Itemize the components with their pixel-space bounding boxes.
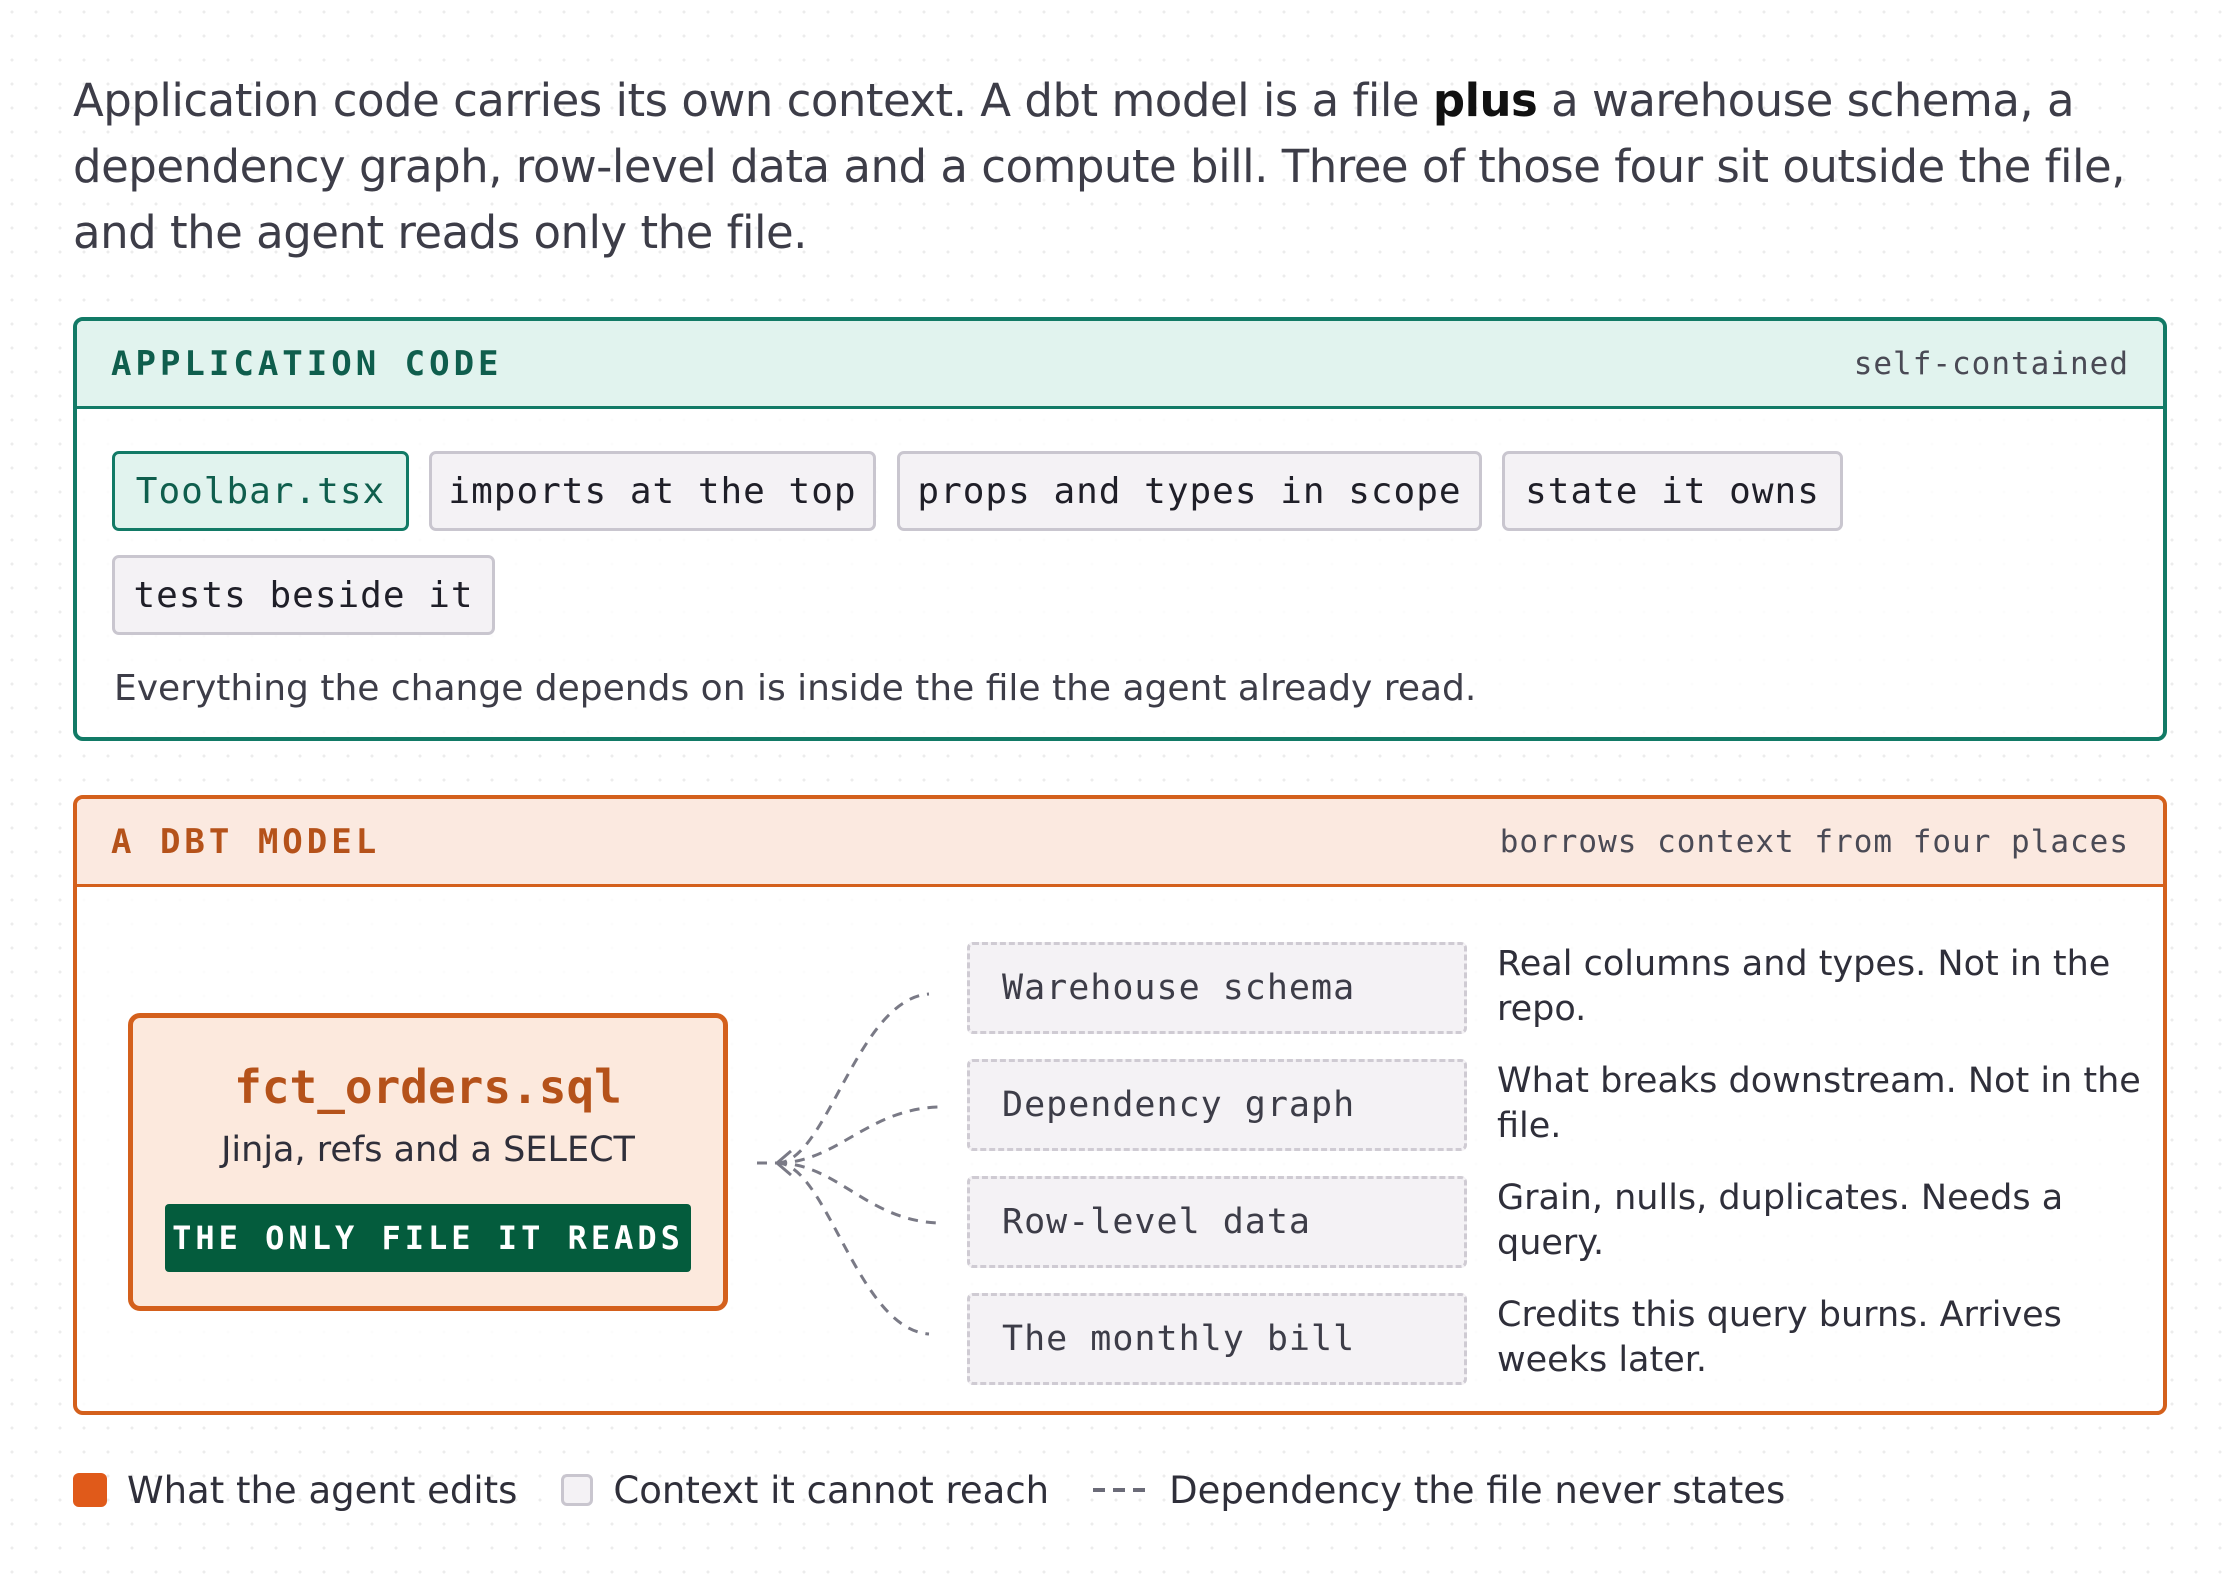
- application-code-header: APPLICATION CODE self-contained: [77, 321, 2163, 409]
- application-code-footer: Everything the change depends on is insi…: [114, 668, 1477, 709]
- model-file-name: fct_orders.sql: [234, 1060, 622, 1114]
- context-monthly-bill-note: Credits this query burns. Arrives weeks …: [1497, 1295, 2062, 1380]
- model-file-subtitle: Jinja, refs and a SELECT: [221, 1130, 635, 1170]
- dbt-model-title: A DBT MODEL: [111, 821, 381, 862]
- chip-toolbar-file: Toolbar.tsx: [112, 451, 409, 531]
- dbt-model-note: borrows context from four places: [1499, 823, 2129, 860]
- intro-paragraph: Application code carries its own context…: [73, 68, 2183, 266]
- chip-imports: imports at the top: [429, 451, 876, 531]
- legend-item-dependency: Dependency the file never states: [1093, 1469, 1785, 1512]
- intro-emphasis: plus: [1432, 74, 1538, 127]
- legend-item-edits: What the agent edits: [73, 1469, 517, 1512]
- legend-label-edits: What the agent edits: [127, 1468, 518, 1512]
- connector-hub-arrow: [774, 1149, 792, 1177]
- diagram-page: Application code carries its own context…: [0, 0, 2240, 1580]
- legend-swatch-dependency: [1093, 1488, 1150, 1492]
- connector-row-level-data: [776, 1161, 940, 1225]
- legend-label-dependency: Dependency the file never states: [1169, 1468, 1786, 1512]
- only-file-badge: THE ONLY FILE IT READS: [165, 1204, 691, 1272]
- application-code-title: APPLICATION CODE: [111, 343, 503, 384]
- connector-monthly-bill: [776, 1161, 930, 1336]
- context-dependency-graph-note: What breaks downstream. Not in the file.: [1497, 1061, 2141, 1146]
- chip-state: state it owns: [1502, 451, 1843, 531]
- chip-props-types: props and types in scope: [897, 451, 1482, 531]
- context-row-level-data-note: Grain, nulls, duplicates. Needs a query.: [1497, 1178, 2064, 1263]
- application-code-note: self-contained: [1853, 345, 2129, 382]
- context-warehouse-schema-note: Real columns and types. Not in the repo.: [1497, 944, 2111, 1029]
- connector-warehouse-schema: [776, 992, 930, 1165]
- dbt-model-header: A DBT MODEL borrows context from four pl…: [77, 799, 2163, 887]
- context-warehouse-schema: Warehouse schema: [967, 942, 1467, 1034]
- legend-swatch-edits: [73, 1473, 107, 1507]
- context-dependency-graph: Dependency graph: [967, 1059, 1467, 1151]
- chip-tests: tests beside it: [112, 555, 495, 635]
- intro-text-before: Application code carries its own context…: [73, 74, 1433, 127]
- context-monthly-bill: The monthly bill: [967, 1293, 1467, 1385]
- legend-label-context: Context it cannot reach: [613, 1468, 1050, 1512]
- context-row-level-data: Row-level data: [967, 1176, 1467, 1268]
- connector-dependency-graph: [776, 1105, 940, 1165]
- dbt-model-panel: A DBT MODEL borrows context from four pl…: [73, 795, 2167, 1415]
- application-code-panel: APPLICATION CODE self-contained Toolbar.…: [73, 317, 2167, 741]
- legend: What the agent edits Context it cannot r…: [73, 1468, 1829, 1512]
- model-file-box: fct_orders.sql Jinja, refs and a SELECT …: [128, 1013, 728, 1311]
- legend-swatch-context: [561, 1474, 594, 1506]
- legend-item-context: Context it cannot reach: [561, 1469, 1049, 1512]
